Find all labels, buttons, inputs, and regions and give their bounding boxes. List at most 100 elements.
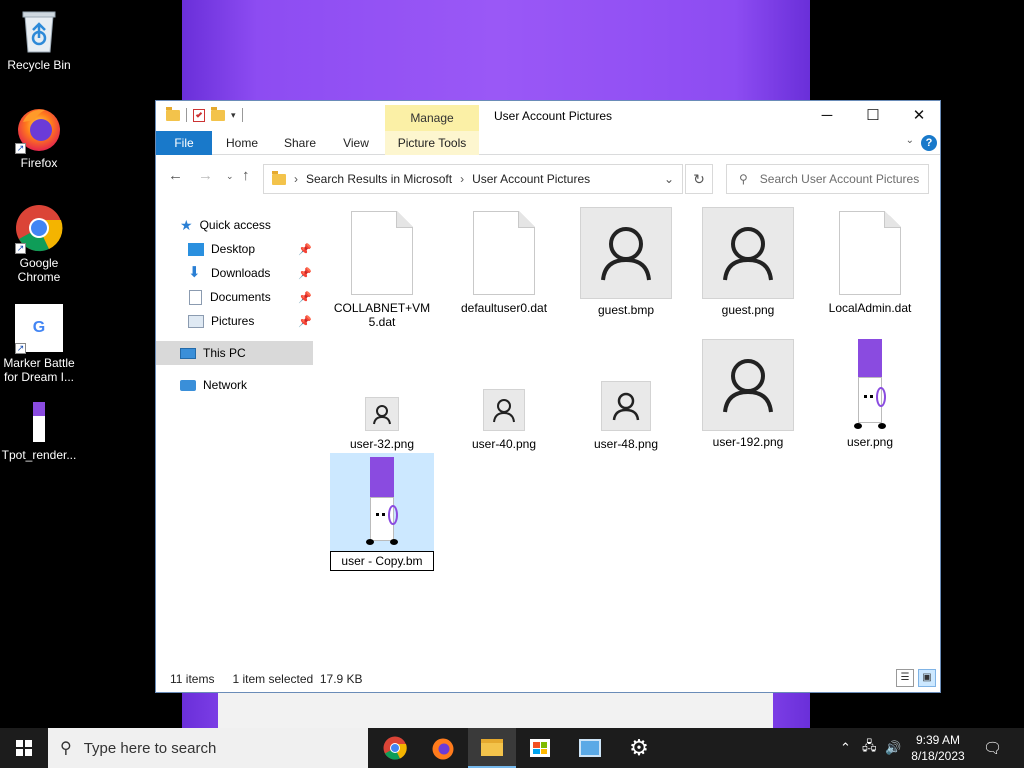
search-box[interactable]: ⚲ Search User Account Pictures <box>726 164 929 194</box>
taskbar-control-panel[interactable] <box>566 728 614 768</box>
tab-file[interactable]: File <box>156 131 212 155</box>
recent-locations-chevron-icon[interactable]: ⌄ <box>226 171 234 182</box>
system-clock[interactable]: 9:39 AM 8/18/2023 <box>900 732 976 764</box>
file-item[interactable]: user-48.png <box>574 381 678 451</box>
desktop-icon-label: Google Chrome <box>17 256 61 284</box>
file-explorer-icon <box>481 738 503 756</box>
generic-file-icon <box>473 211 535 295</box>
expand-ribbon-icon[interactable]: ⌄ <box>906 135 914 146</box>
desktop-icon-tpot-render[interactable]: Tpot_render... <box>1 402 77 462</box>
pin-icon[interactable]: 📌 <box>298 315 312 328</box>
nav-label: Downloads <box>211 266 271 280</box>
firefox-icon: ↗ <box>15 104 63 154</box>
desktop-icon-label: Firefox <box>20 156 58 170</box>
nav-pictures[interactable]: Pictures <box>188 309 254 333</box>
volume-tray-icon[interactable]: 🔊 <box>885 728 901 768</box>
details-view-icon[interactable]: ☰ <box>896 669 914 687</box>
file-item[interactable]: COLLABNET+VM 5.dat <box>330 211 434 329</box>
customize-toolbar-icon[interactable]: ▾ <box>231 110 236 121</box>
breadcrumb-search-results[interactable]: Search Results in Microsoft <box>306 172 452 186</box>
file-item[interactable]: user-192.png <box>696 339 800 449</box>
desktop-icon-recycle-bin[interactable]: Recycle Bin <box>1 8 77 72</box>
pictures-icon <box>188 314 204 328</box>
tab-picture-tools[interactable]: Picture Tools <box>385 131 479 155</box>
tab-share[interactable]: Share <box>276 131 324 155</box>
action-center-button[interactable]: 🗨 <box>983 728 1002 768</box>
folder-icon <box>166 106 180 121</box>
taskbar-firefox[interactable] <box>419 728 467 768</box>
desktop-icon-label: Recycle Bin <box>7 58 71 72</box>
close-button[interactable]: ✕ <box>896 101 942 131</box>
nav-quick-access[interactable]: ★ Quick access <box>180 213 271 237</box>
file-item[interactable]: LocalAdmin.dat <box>818 211 922 315</box>
taskbar-file-explorer[interactable] <box>468 728 516 768</box>
file-name: user-32.png <box>349 437 415 451</box>
help-icon[interactable]: ? <box>921 135 937 151</box>
file-item[interactable]: guest.bmp <box>574 207 678 317</box>
file-item-selected[interactable]: user - Copy.bm <box>330 453 434 571</box>
new-folder-icon[interactable] <box>211 106 225 121</box>
pin-icon[interactable]: 📌 <box>298 243 312 256</box>
file-name: COLLABNET+VM 5.dat <box>333 301 431 329</box>
chrome-icon <box>383 736 407 760</box>
nav-network[interactable]: Network <box>180 373 247 397</box>
user-avatar-icon <box>483 389 525 431</box>
user-avatar-icon <box>702 339 794 431</box>
show-hidden-icons[interactable]: ⌃ <box>840 728 851 768</box>
marker-image-icon <box>31 402 47 444</box>
google-doc-icon: G ↗ <box>15 304 63 354</box>
nav-label: Network <box>203 378 248 392</box>
tab-home[interactable]: Home <box>218 131 266 155</box>
clock-date: 8/18/2023 <box>911 749 965 763</box>
file-item[interactable]: guest.png <box>696 207 800 317</box>
desktop-icon-firefox[interactable]: ↗ Firefox <box>1 104 77 170</box>
recycle-bin-icon <box>19 8 59 54</box>
desktop-icon-marker-battle[interactable]: G ↗ Marker Battle for Dream I... <box>1 304 77 384</box>
taskbar-search-box[interactable]: ⚲ Type here to search <box>48 728 368 768</box>
taskbar-settings[interactable]: ⚙ <box>615 728 663 768</box>
notification-icon: 🗨 <box>983 740 1003 757</box>
file-item[interactable]: user-32.png <box>330 397 434 451</box>
separator <box>241 108 243 122</box>
nav-label: This PC <box>203 346 246 360</box>
forward-arrow-icon[interactable]: → <box>198 167 213 184</box>
taskbar-chrome[interactable] <box>371 728 419 768</box>
taskbar-store[interactable] <box>516 728 564 768</box>
properties-icon[interactable] <box>193 108 205 122</box>
documents-icon <box>189 289 202 305</box>
address-dropdown-icon[interactable]: ⌄ <box>664 172 674 186</box>
nav-desktop[interactable]: Desktop <box>188 237 255 261</box>
breadcrumb-user-account-pictures[interactable]: User Account Pictures <box>472 172 590 186</box>
start-button[interactable] <box>0 728 48 768</box>
rename-input[interactable]: user - Copy.bm <box>330 551 434 571</box>
tab-view[interactable]: View <box>332 131 380 155</box>
nav-this-pc[interactable]: This PC <box>156 341 313 365</box>
maximize-button[interactable]: ☐ <box>850 101 896 131</box>
ribbon-tabs: File Home Share View Picture Tools ⌄ ? <box>156 131 940 155</box>
nav-documents[interactable]: Documents <box>188 285 271 309</box>
file-item[interactable]: user.png <box>818 339 922 449</box>
network-tray-icon[interactable]: 🖧 <box>862 728 877 768</box>
desktop-icon-label: Marker Battle for Dream I... <box>3 356 75 384</box>
search-placeholder: Search User Account Pictures <box>759 172 920 186</box>
view-buttons: ☰ ▣ <box>896 669 936 687</box>
up-arrow-icon[interactable]: ↑ <box>242 167 250 184</box>
user-avatar-icon <box>702 207 794 299</box>
large-icons-view-icon[interactable]: ▣ <box>918 669 936 687</box>
file-item[interactable]: defaultuser0.dat <box>452 211 556 315</box>
windows-logo-icon <box>16 740 32 756</box>
manage-contextual-tab[interactable]: Manage <box>385 105 479 131</box>
desktop-icon-google-chrome[interactable]: ↗ Google Chrome <box>1 204 77 284</box>
breadcrumb-separator-icon: › <box>294 172 298 186</box>
nav-label: Pictures <box>211 314 255 328</box>
address-bar[interactable]: › Search Results in Microsoft › User Acc… <box>263 164 683 194</box>
breadcrumb-separator-icon: › <box>460 172 465 186</box>
pin-icon[interactable]: 📌 <box>298 267 312 280</box>
shortcut-arrow-icon: ↗ <box>15 343 26 354</box>
pin-icon[interactable]: 📌 <box>298 291 312 304</box>
back-arrow-icon[interactable]: ← <box>168 167 183 184</box>
minimize-button[interactable]: ─ <box>804 101 850 131</box>
file-item[interactable]: user-40.png <box>452 389 556 451</box>
refresh-button[interactable]: ↻ <box>685 164 713 194</box>
nav-downloads[interactable]: ⬇ Downloads <box>188 261 270 285</box>
